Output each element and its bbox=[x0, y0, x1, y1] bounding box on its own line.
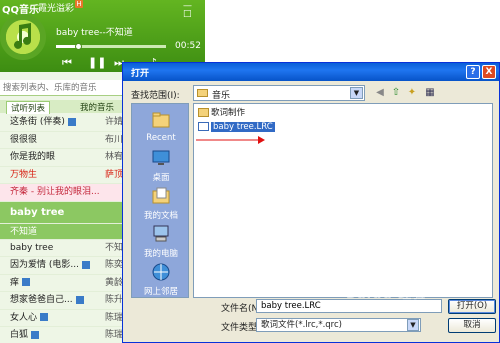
back-icon[interactable]: ◀ bbox=[373, 86, 387, 100]
search-input[interactable] bbox=[3, 82, 113, 94]
new-folder-icon[interactable]: ✦ bbox=[405, 86, 419, 100]
view-menu-icon[interactable]: ▦ bbox=[423, 86, 437, 100]
now-playing-title: baby tree--不知道 bbox=[56, 28, 133, 38]
chevron-down-icon[interactable]: ▼ bbox=[407, 319, 419, 331]
song-title: 想家爸爸自己... bbox=[10, 295, 73, 305]
song-title: 很很很 bbox=[10, 134, 38, 145]
cancel-button[interactable]: 取消 bbox=[448, 318, 496, 333]
place-label: Recent bbox=[146, 133, 176, 143]
window-controls[interactable]: — □ bbox=[183, 2, 201, 19]
file-item-selected[interactable]: baby tree.LRC bbox=[198, 122, 275, 133]
chevron-down-icon[interactable]: ▼ bbox=[350, 87, 363, 99]
song-artist: 陈升 bbox=[105, 295, 124, 305]
place-desktop[interactable]: 桌面 bbox=[132, 148, 190, 183]
lrc-file-icon bbox=[198, 122, 209, 131]
hq-icon bbox=[67, 117, 76, 126]
places-bar: Recent 桌面 我的文档 我的电脑 网上邻居 bbox=[131, 103, 189, 298]
place-my-documents[interactable]: 我的文档 bbox=[132, 186, 190, 221]
folder-icon bbox=[198, 108, 209, 117]
recent-folder-icon bbox=[152, 112, 170, 128]
song-title: baby tree bbox=[10, 206, 65, 218]
song-artist: 陈奕 bbox=[105, 260, 124, 270]
song-title: 齐秦 - 别让我的眼泪... bbox=[10, 187, 100, 197]
song-artist: 黄龄 bbox=[105, 277, 124, 288]
play-time: 00:52 bbox=[175, 41, 201, 51]
close-button[interactable]: X bbox=[482, 65, 496, 79]
file-name: 歌词制作 bbox=[211, 108, 246, 118]
song-title: 你是我的眼 bbox=[10, 152, 56, 162]
watermark-url: jingyan.baidu.com bbox=[370, 304, 435, 312]
skin-label[interactable]: 霞光溢彩 bbox=[38, 1, 74, 14]
file-list: 歌词制作 baby tree.LRC bbox=[193, 103, 493, 298]
open-file-dialog: 打开 ? X 查找范围(I): 音乐 ▼ ◀ ⇧ ✦ ▦ Recent 桌面 我… bbox=[122, 62, 500, 343]
watermark-brand: Baidu 经验 bbox=[346, 287, 427, 302]
hq-icon bbox=[40, 313, 49, 321]
hq-icon bbox=[22, 278, 31, 286]
network-icon bbox=[152, 263, 170, 281]
hq-icon bbox=[75, 295, 84, 304]
hd-badge: H bbox=[75, 0, 83, 8]
song-artist: 许婧 bbox=[105, 117, 124, 127]
annotation-arrow bbox=[196, 136, 265, 144]
seek-knob[interactable] bbox=[75, 43, 82, 50]
folder-icon bbox=[197, 89, 208, 97]
song-artist: 林宥 bbox=[105, 152, 124, 162]
song-artist: 陈瑞 bbox=[105, 312, 124, 323]
pause-icon[interactable]: ❚❚ bbox=[88, 56, 106, 69]
album-disc-icon bbox=[0, 14, 46, 60]
look-in-value: 音乐 bbox=[212, 91, 231, 101]
desktop-icon bbox=[152, 150, 170, 165]
song-title: 白狐 bbox=[10, 330, 29, 340]
song-title: baby tree bbox=[10, 242, 54, 253]
song-artist: 布川 bbox=[105, 134, 124, 145]
documents-icon bbox=[152, 187, 170, 204]
place-recent[interactable]: Recent bbox=[132, 110, 190, 143]
open-button[interactable]: 打开(O) bbox=[448, 299, 496, 314]
filetype-select[interactable]: 歌词文件(*.lrc,*.qrc) ▼ bbox=[256, 318, 421, 332]
place-network[interactable]: 网上邻居 bbox=[132, 262, 190, 297]
song-title: 因为爱情 (电影... bbox=[10, 260, 79, 270]
seek-bar[interactable] bbox=[56, 43, 166, 50]
song-title: 痒 bbox=[10, 277, 20, 288]
hq-icon bbox=[31, 330, 40, 339]
song-artist: 不知 bbox=[105, 242, 124, 253]
place-label: 桌面 bbox=[152, 173, 170, 183]
place-label: 我的文档 bbox=[143, 211, 178, 221]
computer-icon bbox=[153, 225, 169, 242]
dialog-titlebar: 打开 ? X bbox=[123, 63, 499, 81]
tab-my-music[interactable]: 我的音乐 bbox=[80, 101, 114, 113]
song-title: 这条街 (伴奏) bbox=[10, 117, 65, 127]
dialog-title: 打开 bbox=[131, 69, 150, 79]
look-in-select[interactable]: 音乐 ▼ bbox=[193, 85, 365, 101]
look-in-label: 查找范围(I): bbox=[131, 91, 180, 101]
file-item-folder[interactable]: 歌词制作 bbox=[198, 108, 245, 119]
song-artist: 萨顶 bbox=[105, 169, 124, 180]
file-name: baby tree.LRC bbox=[211, 122, 275, 132]
tab-trial-list[interactable]: 试听列表 bbox=[6, 101, 51, 114]
place-my-computer[interactable]: 我的电脑 bbox=[132, 224, 190, 259]
previous-icon[interactable]: ⏮ bbox=[62, 56, 72, 70]
place-label: 网上邻居 bbox=[143, 287, 178, 297]
song-title: 不知道 bbox=[10, 226, 38, 237]
help-button[interactable]: ? bbox=[466, 65, 480, 79]
place-label: 我的电脑 bbox=[143, 249, 178, 259]
song-artist: 陈瑞 bbox=[105, 330, 124, 340]
song-title: 女人心 bbox=[10, 312, 38, 323]
song-title: 万物生 bbox=[10, 169, 38, 180]
up-folder-icon[interactable]: ⇧ bbox=[389, 86, 403, 100]
filetype-value: 歌词文件(*.lrc,*.qrc) bbox=[261, 320, 342, 330]
hq-icon bbox=[81, 260, 90, 269]
